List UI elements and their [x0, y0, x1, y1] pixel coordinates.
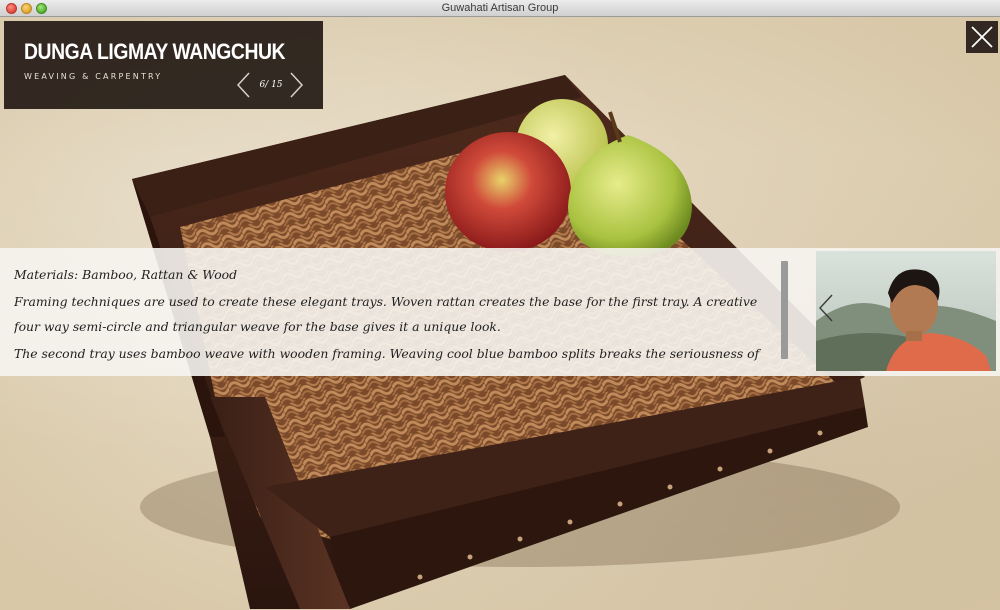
close-button[interactable]	[966, 21, 998, 53]
artist-portrait	[816, 251, 996, 371]
description-paragraph-1: Framing techniques are used to create th…	[14, 294, 758, 334]
chevron-left-icon[interactable]	[236, 71, 252, 99]
image-pager: 6/ 15	[236, 71, 306, 101]
description-scrollbar[interactable]	[781, 261, 788, 359]
artist-name: DUNGA LIGMAY WANGCHUK	[24, 39, 286, 64]
window-titlebar: Guwahati Artisan Group	[0, 0, 1000, 17]
description-paragraph-2: The second tray uses bamboo weave with w…	[14, 346, 760, 361]
description-text: Materials: Bamboo, Rattan & Wood Framing…	[14, 262, 774, 370]
page-counter: 6/ 15	[259, 80, 283, 90]
gallery-stage: DUNGA LIGMAY WANGCHUK WEAVING & CARPENTR…	[0, 17, 1000, 610]
craft-category: WEAVING & CARPENTRY	[24, 72, 163, 81]
artist-portrait-panel	[816, 248, 1000, 376]
chevron-right-icon[interactable]	[288, 71, 304, 99]
close-icon	[971, 26, 993, 48]
artist-header: DUNGA LIGMAY WANGCHUK WEAVING & CARPENTR…	[4, 21, 323, 109]
window-title: Guwahati Artisan Group	[441, 2, 559, 14]
materials-line: Materials: Bamboo, Rattan & Wood	[14, 267, 238, 282]
description-panel: Materials: Bamboo, Rattan & Wood Framing…	[0, 248, 816, 376]
chevron-left-icon[interactable]	[818, 293, 834, 323]
